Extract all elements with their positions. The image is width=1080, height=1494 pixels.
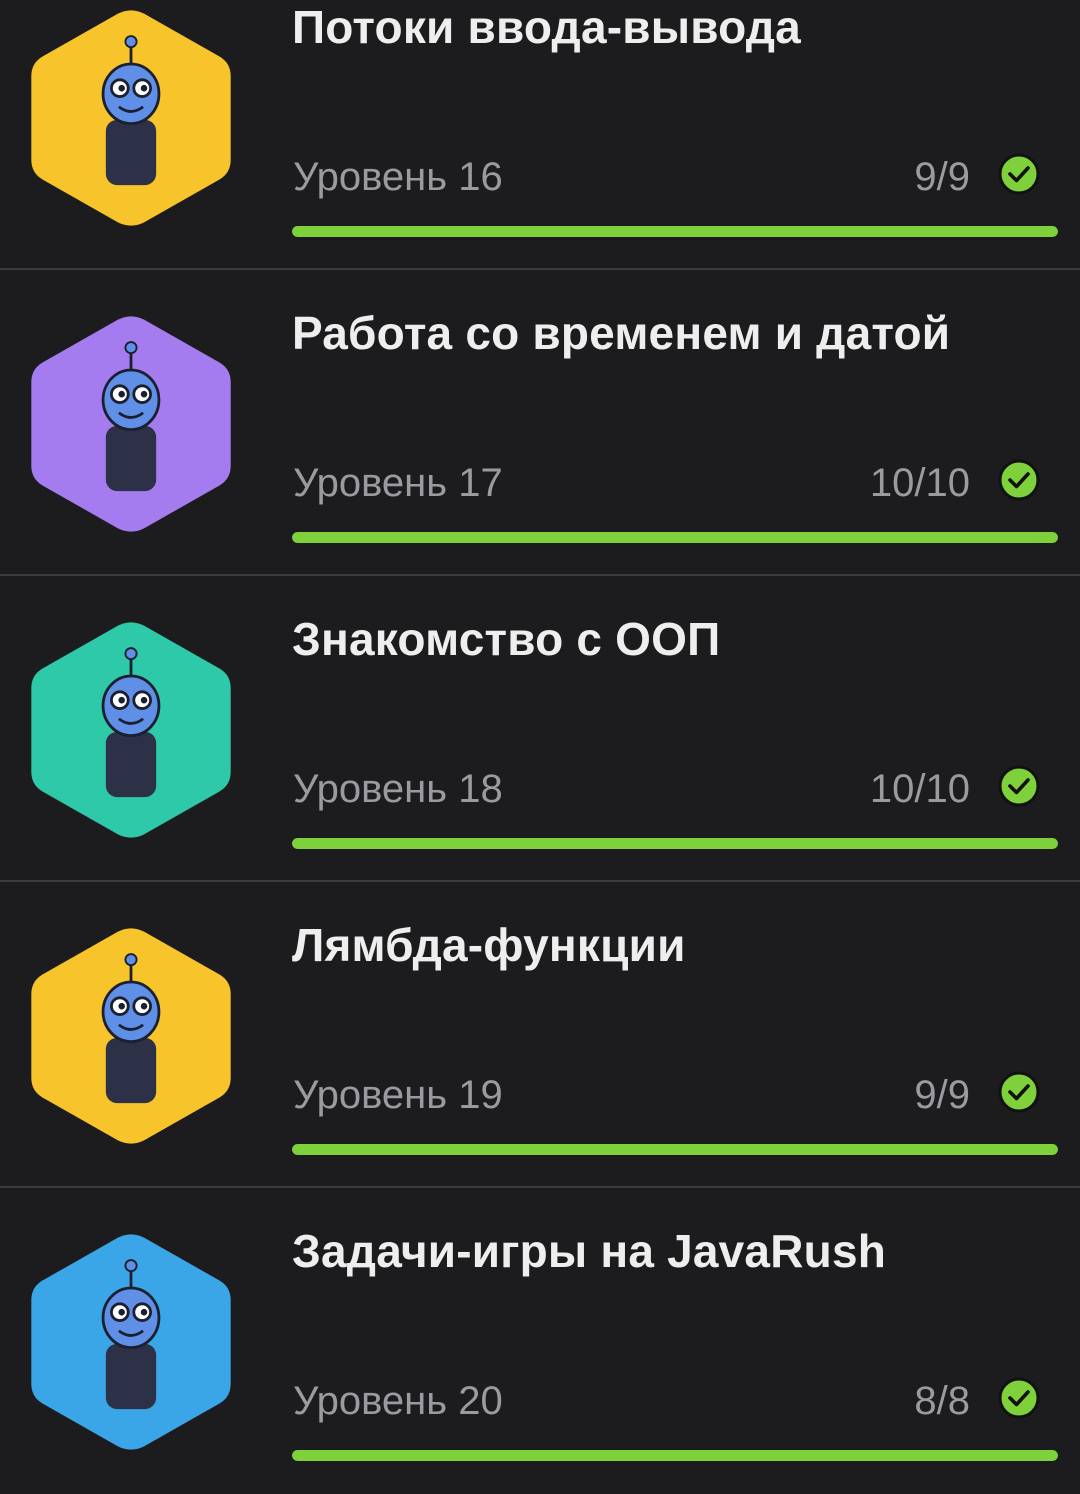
progress-bar [292, 1450, 1058, 1461]
lesson-count: 8/8 [914, 1379, 970, 1423]
lesson-count: 9/9 [914, 1073, 970, 1117]
level-number: Уровень 17 [293, 461, 503, 505]
level-number: Уровень 19 [293, 1073, 503, 1117]
robot-periodic-table-illustration [22, 612, 240, 848]
robot-with-time-wand-illustration [22, 306, 240, 542]
level-list: Потоки ввода-вывода Уровень 16 9/9 Работ… [0, 0, 1080, 1494]
level-title: Знакомство с ООП [292, 613, 721, 665]
level-card[interactable]: Знакомство с ООП Уровень 18 10/10 [0, 576, 1080, 882]
level-number: Уровень 16 [293, 155, 503, 199]
progress-bar-fill [292, 532, 1058, 543]
check-circle-icon [997, 458, 1041, 502]
progress-bar [292, 532, 1058, 543]
level-card[interactable]: Потоки ввода-вывода Уровень 16 9/9 [0, 0, 1080, 270]
check-circle-icon [997, 764, 1041, 808]
progress-bar [292, 1144, 1058, 1155]
progress-bar-fill [292, 226, 1058, 237]
lesson-count: 10/10 [869, 767, 970, 811]
level-title: Потоки ввода-вывода [292, 1, 801, 53]
level-title: Работа со временем и датой [292, 307, 951, 359]
robot-scientist-emc2-illustration [22, 1224, 240, 1460]
level-number: Уровень 20 [293, 1379, 503, 1423]
progress-bar [292, 226, 1058, 237]
level-title: Задачи-игры на JavaRush [292, 1225, 887, 1277]
progress-bar-fill [292, 1450, 1058, 1461]
check-circle-icon [997, 152, 1041, 196]
level-card[interactable]: Работа со временем и датой Уровень 17 10… [0, 270, 1080, 576]
robot-in-bathtub-illustration [22, 0, 240, 236]
robot-professor-with-pipe-illustration [22, 918, 240, 1154]
lesson-count: 10/10 [869, 461, 970, 505]
progress-bar-fill [292, 838, 1058, 849]
progress-bar-fill [292, 1144, 1058, 1155]
lesson-count: 9/9 [914, 155, 970, 199]
check-circle-icon [997, 1376, 1041, 1420]
check-circle-icon [997, 1070, 1041, 1114]
level-title: Лямбда-функции [292, 919, 686, 971]
level-card[interactable]: Задачи-игры на JavaRush Уровень 20 8/8 [0, 1188, 1080, 1494]
level-card[interactable]: Лямбда-функции Уровень 19 9/9 [0, 882, 1080, 1188]
progress-bar [292, 838, 1058, 849]
level-number: Уровень 18 [293, 767, 503, 811]
